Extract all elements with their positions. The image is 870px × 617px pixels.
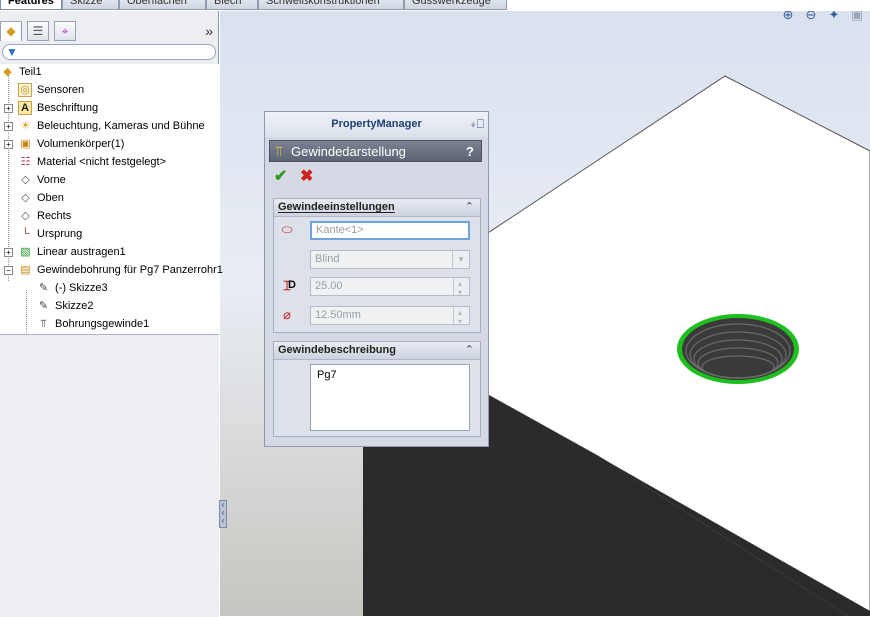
zoom-fit-icon[interactable]: ⊕: [780, 11, 796, 22]
collapse-hole[interactable]: −: [4, 266, 13, 275]
plane-icon: ◇: [21, 192, 30, 204]
edge-selection-field[interactable]: Kante<1>: [310, 221, 470, 240]
tab-gusswerkzeuge[interactable]: Gusswerkzeuge: [404, 0, 507, 10]
solid-bodies-icon: ▣: [20, 138, 31, 150]
thread-icon: ⫪: [40, 318, 47, 330]
depth-spinner[interactable]: [453, 275, 469, 301]
ok-button[interactable]: ✔: [274, 166, 287, 186]
property-manager-icon: ☰: [32, 24, 44, 38]
tab-skizze[interactable]: Skizze: [62, 0, 119, 10]
edge-selection-icon: ⬭: [281, 222, 293, 237]
extrude-icon: ▧: [20, 246, 31, 258]
help-button[interactable]: ?: [466, 143, 474, 160]
origin-icon: └: [21, 228, 30, 240]
thread-description-textarea[interactable]: Pg7: [310, 364, 470, 431]
plane-icon: ◇: [21, 210, 30, 222]
thread-description-header[interactable]: Gewindebeschreibung ⌃: [274, 342, 480, 360]
chevron-down-icon[interactable]: ▾: [452, 251, 469, 268]
end-condition-select[interactable]: Blind ▾: [310, 250, 470, 269]
feature-tree-tab[interactable]: ◆: [0, 21, 22, 41]
tree-filter-input[interactable]: ▼: [2, 44, 216, 60]
material-icon: ☷: [20, 156, 31, 168]
part-icon: ◆: [3, 66, 12, 78]
tab-features[interactable]: Features: [0, 0, 62, 10]
sensor-icon: ◎: [18, 83, 32, 97]
property-tab[interactable]: ☰: [27, 21, 49, 41]
expand-extrude[interactable]: +: [4, 248, 13, 257]
filter-icon: ▼: [6, 45, 18, 59]
sketch-icon: ✎: [38, 300, 49, 312]
feature-manager-empty-area: [0, 334, 219, 617]
sketch-icon: ✎: [38, 282, 49, 294]
feature-tree: ◆ Teil1 ◎ Sensoren + A Beschriftung + ☀ …: [0, 64, 223, 335]
configuration-icon: ⌖: [61, 24, 69, 38]
configuration-tab[interactable]: ⌖: [54, 21, 76, 41]
tab-blech[interactable]: Blech: [206, 0, 258, 10]
thread-settings-group: Gewindeeinstellungen ⌃ ⬭ Kante<1> Blind …: [273, 198, 481, 333]
expand-solid-bodies[interactable]: +: [4, 140, 13, 149]
command-manager-tabs: Features Skizze Oberflächen Blech Schwei…: [0, 0, 870, 11]
property-manager-header[interactable]: PropertyManager ⍖⎕: [265, 112, 488, 137]
expand-lights[interactable]: +: [4, 122, 13, 131]
more-tabs-icon[interactable]: »: [205, 23, 213, 39]
depth-input[interactable]: 25.00: [310, 275, 470, 301]
pin-icon[interactable]: ⍖⎕: [470, 117, 484, 132]
cancel-button[interactable]: ✖: [300, 166, 313, 186]
tab-schweisskonstruktionen[interactable]: Schweißkonstruktionen: [258, 0, 404, 10]
diameter-icon: ⌀: [283, 307, 291, 322]
property-manager: PropertyManager ⍖⎕ ⫪ Gewindedarstellung …: [264, 111, 489, 447]
lights-icon: ☀: [20, 120, 31, 132]
view-orientation-icon[interactable]: ✦: [826, 11, 842, 22]
feature-manager-tabs: ◆ ☰ ⌖ »: [0, 19, 219, 41]
thread-settings-header[interactable]: Gewindeeinstellungen ⌃: [274, 199, 480, 217]
thread-icon: ⫪: [275, 143, 283, 159]
diameter-input[interactable]: 12.50mm: [310, 304, 470, 330]
tab-oberflaechen[interactable]: Oberflächen: [119, 0, 206, 10]
panel-splitter-handle[interactable]: ‹ ‹ ‹: [219, 500, 227, 528]
thread-description-group: Gewindebeschreibung ⌃ Pg7: [273, 341, 481, 437]
feature-manager-panel: ◆ ☰ ⌖ » ▼ ◆ Teil1 ◎ Sensoren + A Beschri…: [0, 11, 223, 617]
diameter-spinner[interactable]: [453, 304, 469, 330]
zoom-area-icon[interactable]: ⊖: [803, 11, 819, 22]
feature-tree-icon: ◆: [6, 24, 16, 38]
annotation-icon: A: [18, 101, 32, 115]
feature-title-bar: ⫪ Gewindedarstellung ?: [269, 140, 482, 162]
hole-icon: ▤: [20, 264, 31, 276]
collapse-icon[interactable]: ⌃: [465, 200, 474, 213]
section-view-icon[interactable]: ▣: [849, 11, 865, 22]
collapse-icon[interactable]: ⌃: [465, 343, 474, 356]
expand-annotations[interactable]: +: [4, 104, 13, 113]
plane-icon: ◇: [21, 174, 30, 186]
